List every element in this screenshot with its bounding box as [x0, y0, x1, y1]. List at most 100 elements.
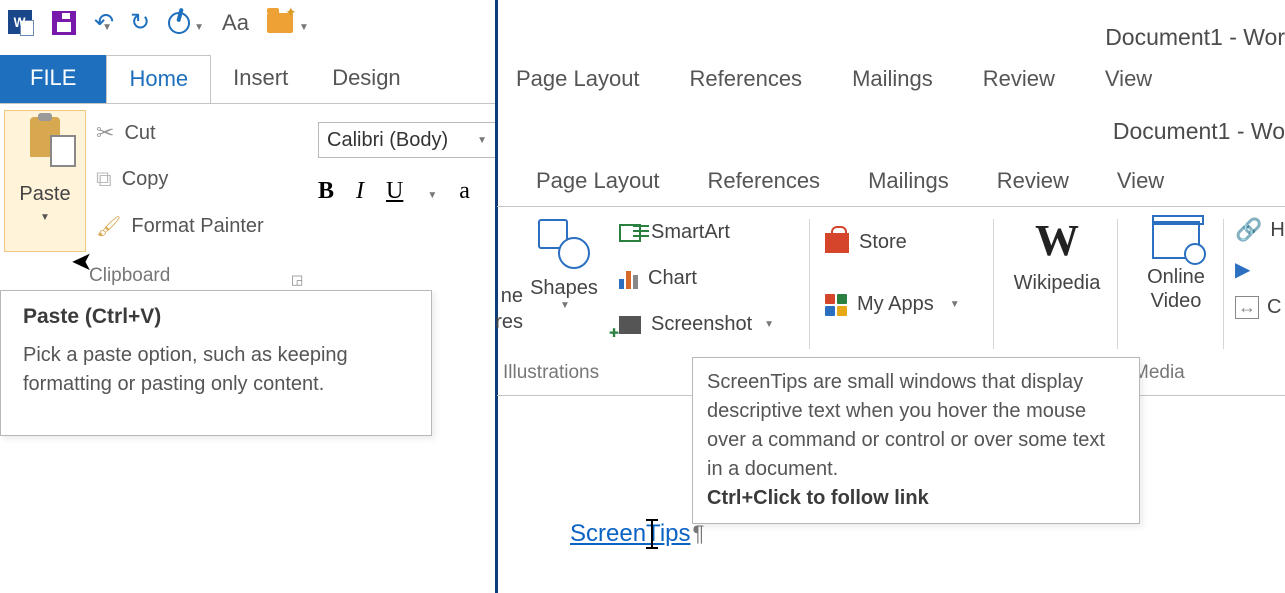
screenshot-dropdown-icon[interactable]: ▼: [764, 319, 774, 330]
smartart-button[interactable]: SmartArt: [619, 221, 730, 244]
screenshot-label: Screenshot: [651, 313, 752, 336]
wikipedia-button[interactable]: W Wikipedia: [1005, 215, 1109, 295]
chart-icon: [619, 269, 638, 289]
screenshot-icon: [619, 316, 641, 334]
shapes-label: Shapes: [521, 277, 607, 300]
paste-button[interactable]: Paste ▼: [4, 110, 86, 252]
paste-tooltip: Paste (Ctrl+V) Pick a paste option, such…: [0, 290, 432, 436]
pilcrow-icon: ¶: [693, 521, 705, 546]
tab-view-2[interactable]: View: [1117, 168, 1164, 194]
screenshot-button[interactable]: Screenshot ▼: [619, 313, 774, 336]
hyperlink-tooltip-body: ScreenTips are small windows that displa…: [707, 368, 1125, 484]
apps-icon: [825, 294, 847, 316]
window-title-2: Document1 - Wo: [1113, 118, 1285, 145]
cross-ref-icon: ↔: [1235, 296, 1259, 319]
bookmark-button[interactable]: ▶: [1235, 257, 1285, 282]
quick-access-toolbar: W ↶ ▼ ↻ ▼ Aa ✦ ▼: [8, 8, 309, 37]
copy-label: Copy: [122, 168, 169, 191]
copy-button[interactable]: ⧉ Copy: [96, 166, 168, 192]
cut-button[interactable]: ✂ Cut: [96, 120, 156, 146]
tab-review[interactable]: Review: [983, 66, 1055, 92]
paste-dropdown-icon[interactable]: ▼: [5, 212, 85, 223]
shapes-dropdown-icon[interactable]: ▼: [523, 300, 607, 311]
store-button[interactable]: Store: [825, 231, 907, 254]
paste-tooltip-body: Pick a paste option, such as keeping for…: [23, 341, 409, 399]
store-label: Store: [859, 231, 907, 254]
clipboard-group: Paste ▼ ➤ ✂ Cut ⧉ Copy 🖌 Format Painter …: [4, 110, 304, 280]
tab-review-2[interactable]: Review: [997, 168, 1069, 194]
bookmark-icon: ▶: [1235, 257, 1250, 282]
font-name-combo[interactable]: Calibri (Body) ▼: [318, 122, 496, 158]
online-video-button[interactable]: Online Video: [1131, 215, 1221, 313]
smartart-label: SmartArt: [651, 221, 730, 244]
italic-button[interactable]: I: [356, 178, 364, 205]
shapes-button[interactable]: Shapes ▼: [521, 215, 607, 311]
copy-icon: ⧉: [96, 166, 112, 192]
open-dropdown-icon[interactable]: ▼: [299, 22, 309, 33]
clipboard-group-label: Clipboard: [89, 265, 170, 287]
ribbon-tabs-2a: Page Layout References Mailings Review V…: [516, 66, 1152, 92]
touch-dropdown-icon[interactable]: ▼: [194, 22, 204, 33]
shapes-icon: [536, 215, 592, 271]
underline-button[interactable]: U: [386, 178, 403, 205]
hyperlink-tooltip-cta: Ctrl+Click to follow link: [707, 484, 1125, 513]
smartart-icon: [619, 224, 641, 242]
chevron-down-icon: ▼: [477, 135, 487, 146]
chart-label: Chart: [648, 267, 697, 290]
tab-references-2[interactable]: References: [708, 168, 821, 194]
text-caret: [651, 519, 653, 549]
bold-button[interactable]: B: [318, 178, 334, 205]
tab-mailings[interactable]: Mailings: [852, 66, 933, 92]
tab-file[interactable]: FILE: [0, 55, 106, 103]
my-apps-button[interactable]: My Apps ▼: [825, 293, 960, 316]
folder-star-icon: ✦: [285, 4, 297, 21]
brush-icon: 🖌: [96, 214, 121, 239]
touch-mode-icon[interactable]: [168, 12, 190, 34]
clipboard-icon: [30, 117, 60, 157]
scissors-icon: ✂: [96, 120, 114, 146]
hyperlink-label-partial: H: [1270, 219, 1284, 242]
paste-label: Paste: [5, 183, 85, 206]
media-group-label: Media: [1133, 362, 1185, 384]
tab-mailings-2[interactable]: Mailings: [868, 168, 949, 194]
link-icon: 🔗: [1235, 217, 1262, 243]
online-video-label: Online Video: [1131, 265, 1221, 313]
undo-dropdown-icon[interactable]: ▼: [102, 22, 112, 33]
wikipedia-icon: W: [1005, 215, 1109, 266]
font-style-buttons: B I U ▼ a: [318, 178, 496, 205]
my-apps-label: My Apps: [857, 293, 934, 316]
hyperlink-tooltip: ScreenTips are small windows that displa…: [692, 357, 1140, 524]
hyperlink-button[interactable]: 🔗 H: [1235, 217, 1285, 243]
cross-reference-button[interactable]: ↔ C: [1235, 296, 1285, 319]
ribbon-tabs-1: FILE Home Insert Design: [0, 55, 423, 103]
format-painter-button[interactable]: 🖌 Format Painter: [96, 214, 264, 239]
hyperlink-text[interactable]: ScreenTips: [570, 520, 691, 547]
redo-icon[interactable]: ↻: [130, 8, 150, 37]
cut-label: Cut: [124, 122, 155, 145]
tab-references[interactable]: References: [690, 66, 803, 92]
tab-page-layout[interactable]: Page Layout: [516, 66, 640, 92]
font-case-icon[interactable]: Aa: [222, 10, 249, 36]
ribbon-tabs-2b: Page Layout References Mailings Review V…: [536, 168, 1164, 194]
tab-insert[interactable]: Insert: [211, 55, 310, 103]
tab-design[interactable]: Design: [310, 55, 422, 103]
tab-view[interactable]: View: [1105, 66, 1152, 92]
chart-button[interactable]: Chart: [619, 267, 697, 290]
save-icon[interactable]: [52, 11, 76, 35]
underline-dropdown-icon[interactable]: ▼: [427, 190, 437, 201]
font-more-button[interactable]: a: [459, 178, 470, 205]
illustrations-group-label: Illustrations: [503, 362, 599, 384]
pictures-partial: ne res: [495, 283, 523, 335]
links-group: 🔗 H ▶ ↔ C: [1235, 217, 1285, 333]
format-painter-label: Format Painter: [131, 215, 263, 238]
font-group: Calibri (Body) ▼ B I U ▼ a: [318, 122, 496, 205]
clipboard-dialog-launcher-icon[interactable]: ◲: [291, 272, 303, 288]
paste-tooltip-title: Paste (Ctrl+V): [23, 305, 409, 329]
wikipedia-label: Wikipedia: [1005, 272, 1109, 295]
font-name-value: Calibri (Body): [327, 129, 448, 152]
cross-ref-label-partial: C: [1267, 296, 1281, 319]
my-apps-dropdown-icon[interactable]: ▼: [950, 299, 960, 310]
tab-home[interactable]: Home: [106, 55, 211, 103]
document-body[interactable]: ScreenTips¶: [570, 520, 704, 548]
tab-page-layout-2[interactable]: Page Layout: [536, 168, 660, 194]
